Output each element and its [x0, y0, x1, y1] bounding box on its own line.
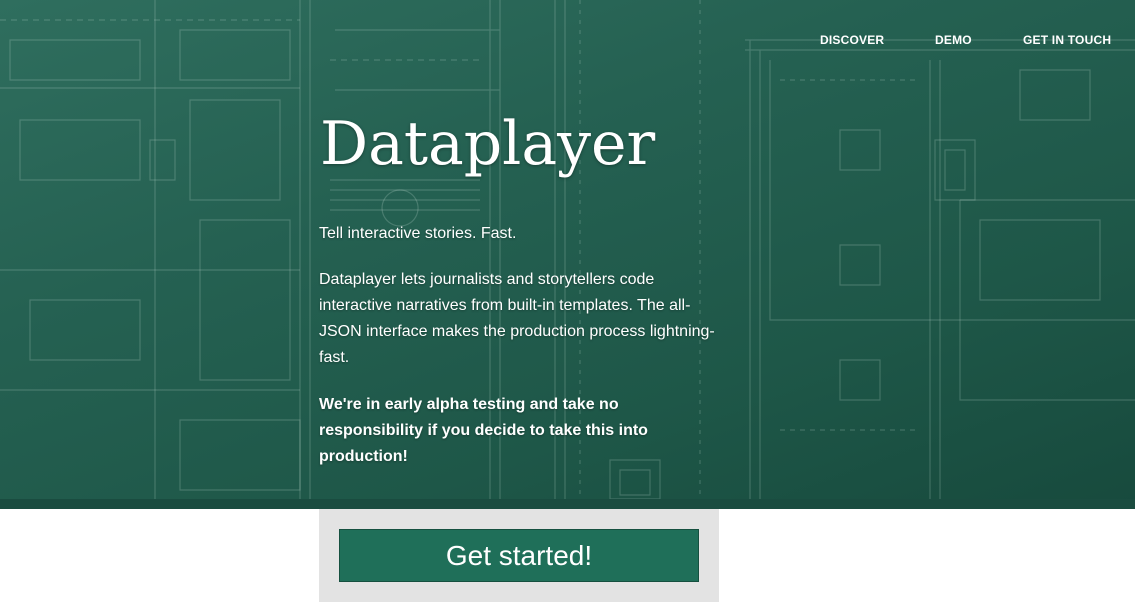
nav-demo-link[interactable]: DEMO — [935, 33, 972, 47]
get-started-button[interactable]: Get started! — [339, 529, 699, 582]
hero-description: Dataplayer lets journalists and storytel… — [319, 271, 715, 366]
cta-panel: Get started! — [319, 509, 719, 602]
nav-discover-link[interactable]: DISCOVER — [820, 33, 884, 47]
hero-bottom-bar — [0, 499, 1135, 509]
page-title: Dataplayer — [320, 109, 656, 179]
top-nav: DISCOVER DEMO GET IN TOUCH — [0, 33, 1135, 49]
hero-tagline: Tell interactive stories. Fast. — [319, 225, 517, 242]
alpha-warning: We're in early alpha testing and take no… — [319, 396, 648, 465]
nav-get-in-touch-link[interactable]: GET IN TOUCH — [1023, 33, 1111, 47]
